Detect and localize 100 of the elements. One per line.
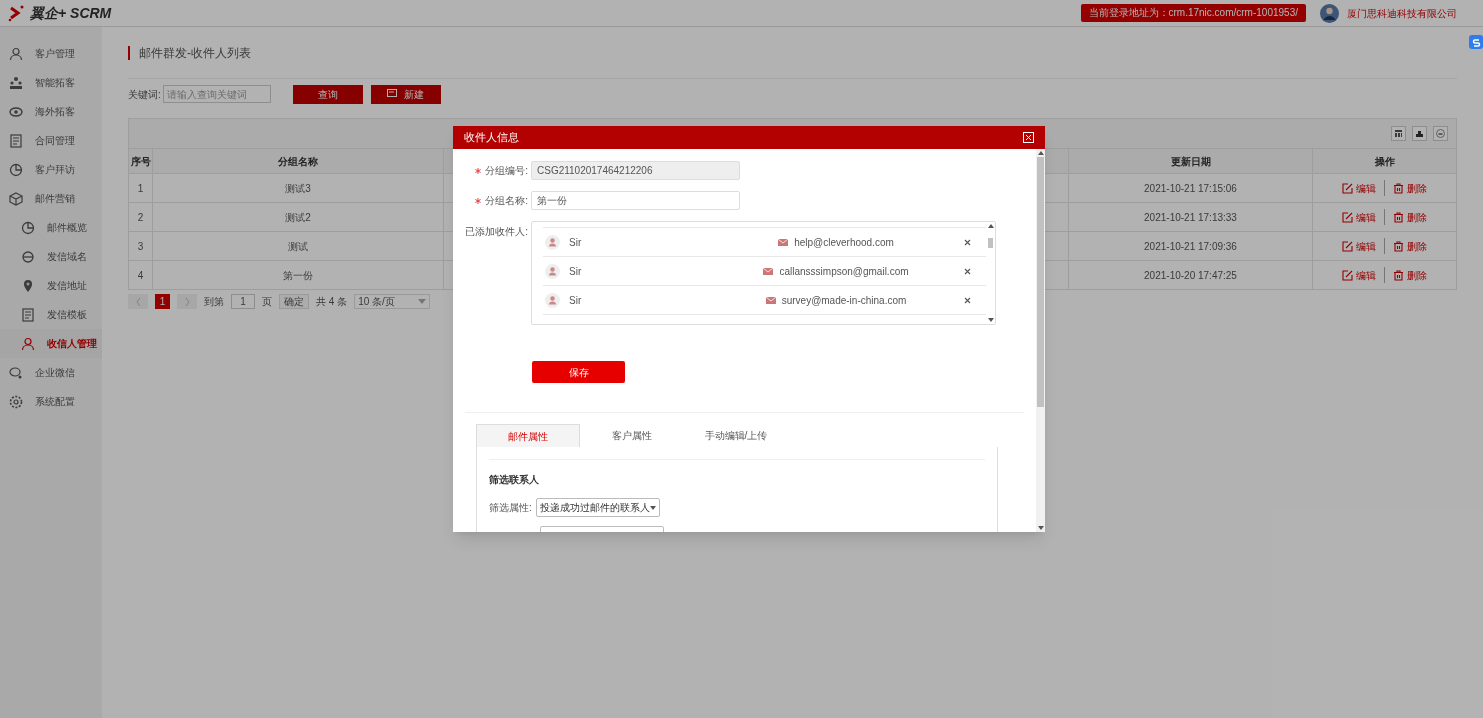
table-cell: 4 <box>129 261 153 289</box>
save-button[interactable]: 保存 <box>532 361 625 383</box>
close-icon <box>964 267 971 275</box>
table-cell: 2 <box>129 203 153 231</box>
tab[interactable]: 手动编辑/上传 <box>684 424 788 447</box>
cube-icon <box>9 191 23 206</box>
print-button[interactable] <box>1433 126 1448 141</box>
export-icon <box>1415 129 1424 138</box>
page-number[interactable]: 1 <box>155 294 170 309</box>
sidebar-item[interactable]: 系统配置 <box>0 387 102 416</box>
scroll-up-icon <box>1037 151 1044 155</box>
confirm-button[interactable]: 确定 <box>279 294 309 309</box>
envelope-icon <box>778 238 789 246</box>
close-button[interactable] <box>1023 132 1034 143</box>
person-avatar-icon <box>545 292 560 308</box>
eye-icon <box>9 104 23 119</box>
column-header: 序号 <box>129 149 153 173</box>
tab[interactable]: 邮件属性 <box>476 424 580 447</box>
filter-select[interactable]: 投递成功过邮件的联系人 <box>535 498 660 517</box>
chevron-left-icon <box>135 297 141 306</box>
location-pin-icon <box>21 278 35 293</box>
section-title: 筛选联系人 <box>489 473 540 487</box>
column-header: 操作 <box>1373 154 1396 169</box>
delete-link[interactable]: 删除 <box>1393 209 1427 225</box>
globe-icon <box>21 249 35 264</box>
document-icon <box>21 307 35 322</box>
envelope-icon <box>765 296 776 304</box>
chat-bubble-icon <box>9 365 23 380</box>
company-name: 厦门思科迪科技有限公司 <box>1347 6 1457 21</box>
page-field[interactable]: 1 <box>231 294 255 309</box>
recipient-email: callansssimpson@gmail.com <box>779 264 909 279</box>
required-asterisk-icon <box>475 197 482 204</box>
table-cell: 第一份 <box>153 261 444 289</box>
scrollbar[interactable] <box>986 222 995 324</box>
table-cell: 2021-10-20 17:47:25 <box>1069 261 1313 289</box>
dialog-title: 收件人信息 <box>464 130 519 146</box>
sidebar-item[interactable]: 合同管理 <box>0 126 102 155</box>
recipient-name: Sir <box>569 293 583 308</box>
form-icon <box>387 89 399 99</box>
keyword-label: 关键词: <box>128 87 161 102</box>
edit-link[interactable]: 编辑 <box>1342 238 1376 254</box>
column-header: 更新日期 <box>1069 149 1313 173</box>
edit-link[interactable]: 编辑 <box>1342 267 1376 283</box>
page-size-select[interactable]: 10 条/页 <box>354 294 431 309</box>
sidebar-item[interactable]: 智能拓客 <box>0 68 102 97</box>
columns-button[interactable] <box>1391 126 1406 141</box>
table-cell: 测试2 <box>153 203 444 231</box>
remove-button[interactable] <box>963 295 972 305</box>
sidebar-item[interactable]: 邮件概览 <box>0 213 102 242</box>
close-icon <box>964 296 971 304</box>
sidebar-item[interactable]: 发信地址 <box>0 271 102 300</box>
document-icon <box>9 133 23 148</box>
caret-icon <box>418 299 427 304</box>
table-cell: 测试 <box>153 232 444 260</box>
remove-button[interactable] <box>963 266 972 276</box>
table-cell: 测试3 <box>153 174 444 202</box>
new-button[interactable]: 新建 <box>370 84 441 104</box>
sidebar-item[interactable]: 收信人管理 <box>0 329 102 358</box>
table-cell: 1 <box>129 174 153 202</box>
scroll-thumb[interactable] <box>988 238 993 248</box>
sidebar-item[interactable]: 客户管理 <box>0 39 102 68</box>
recipients-label: 已添加收件人: <box>464 225 529 239</box>
page-title: 邮件群发-收件人列表 <box>139 45 251 62</box>
remove-button[interactable] <box>963 237 972 247</box>
edit-icon <box>1342 211 1353 223</box>
scroll-up-icon <box>987 224 994 228</box>
person-icon <box>21 336 35 351</box>
pie-chart-icon <box>21 220 35 235</box>
edit-link[interactable]: 编辑 <box>1342 209 1376 225</box>
grid-icon <box>1394 129 1403 138</box>
keyword-field[interactable]: 请输入查询关键词 <box>162 85 271 103</box>
close-icon <box>1025 134 1032 141</box>
delete-link[interactable]: 删除 <box>1393 267 1427 283</box>
table-cell: 2021-10-21 17:13:33 <box>1069 203 1313 231</box>
dialog-scrollbar[interactable] <box>1036 149 1045 532</box>
pie-chart-icon <box>9 162 23 177</box>
sidebar-item[interactable]: 客户拜访 <box>0 155 102 184</box>
delete-link[interactable]: 删除 <box>1393 238 1427 254</box>
sidebar-item[interactable]: 海外拓客 <box>0 97 102 126</box>
edit-icon <box>1342 269 1353 281</box>
required-asterisk-icon <box>475 167 482 174</box>
page-unit: 页 <box>262 295 272 309</box>
person-icon <box>9 46 23 61</box>
sidebar-item[interactable]: 发信模板 <box>0 300 102 329</box>
column-header: 分组名称 <box>153 149 444 173</box>
caret-icon <box>649 505 656 510</box>
sidebar-item[interactable]: 发信域名 <box>0 242 102 271</box>
edit-icon <box>1342 240 1353 252</box>
export-button[interactable] <box>1412 126 1427 141</box>
sidebar-item[interactable]: 企业微信 <box>0 358 102 387</box>
edit-link[interactable]: 编辑 <box>1342 180 1376 196</box>
text-field[interactable]: 第一份 <box>531 191 740 210</box>
tab[interactable]: 客户属性 <box>580 424 684 447</box>
sidebar-item[interactable]: 邮件营销 <box>0 184 102 213</box>
login-address-banner: 当前登录地址为：crm.17nic.com/crm-1001953/ <box>1080 4 1306 22</box>
trash-icon <box>1393 240 1404 252</box>
table-cell: 2021-10-21 17:15:06 <box>1069 174 1313 202</box>
delete-link[interactable]: 删除 <box>1393 180 1427 196</box>
trash-icon <box>1393 211 1404 223</box>
query-button[interactable]: 查询 <box>292 84 363 104</box>
